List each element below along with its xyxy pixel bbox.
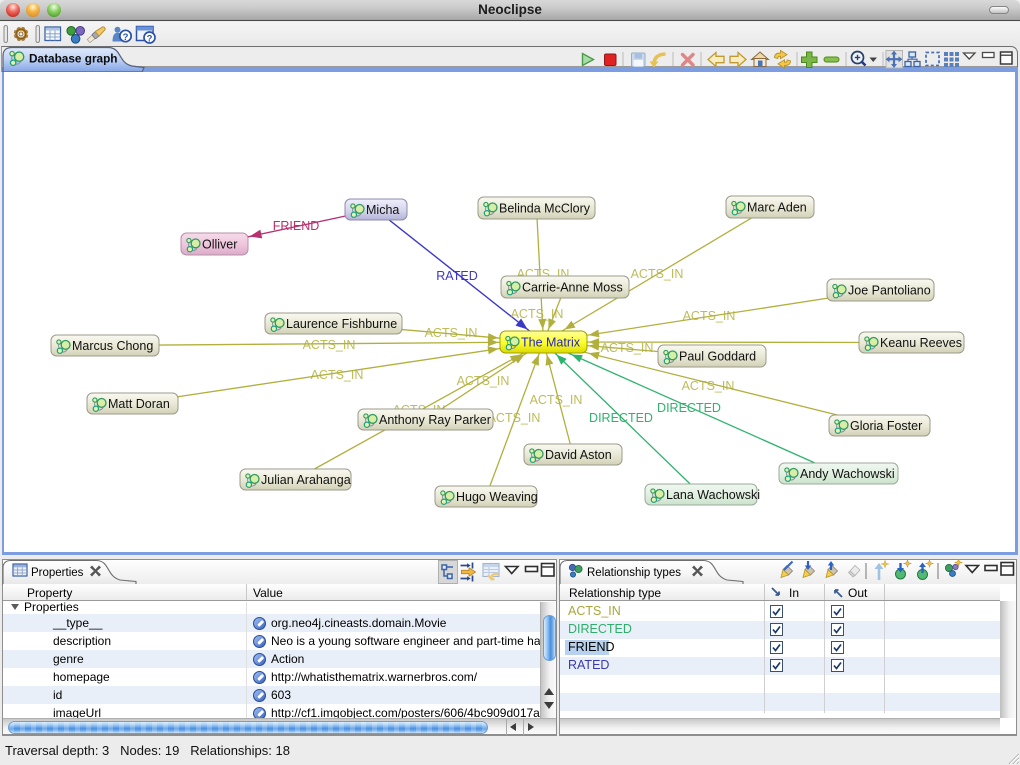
svg-text:RATED: RATED <box>436 269 477 283</box>
svg-text:ACTS_IN: ACTS_IN <box>601 341 654 355</box>
svg-text:David Aston: David Aston <box>545 448 612 462</box>
svg-text:Micha: Micha <box>366 203 399 217</box>
svg-text:DIRECTED: DIRECTED <box>657 401 721 415</box>
svg-text:Keanu Reeves: Keanu Reeves <box>880 336 962 350</box>
svg-text:Database graph: Database graph <box>29 52 118 66</box>
svg-text:Marc Aden: Marc Aden <box>747 201 807 215</box>
svg-text:Olliver: Olliver <box>202 238 237 252</box>
svg-text:ACTS_IN: ACTS_IN <box>488 411 541 425</box>
svg-text:ACTS_IN: ACTS_IN <box>631 267 684 281</box>
svg-text:Properties: Properties <box>31 567 84 579</box>
svg-text:ACTS_IN: ACTS_IN <box>303 338 356 352</box>
svg-text:Lana Wachowski: Lana Wachowski <box>666 488 760 502</box>
svg-text:Belinda McClory: Belinda McClory <box>499 202 591 216</box>
svg-text:FRIEND: FRIEND <box>273 219 320 233</box>
svg-text:DIRECTED: DIRECTED <box>589 411 653 425</box>
svg-text:Julian Arahanga: Julian Arahanga <box>261 473 351 487</box>
svg-text:Joe Pantoliano: Joe Pantoliano <box>848 284 931 298</box>
svg-text:?: ? <box>123 32 129 43</box>
svg-text:ACTS_IN: ACTS_IN <box>311 368 364 382</box>
svg-text:ACTS_IN: ACTS_IN <box>425 326 478 340</box>
svg-text:ACTS_IN: ACTS_IN <box>511 307 564 321</box>
svg-text:ACTS_IN: ACTS_IN <box>682 379 735 393</box>
svg-text:ACTS_IN: ACTS_IN <box>530 393 583 407</box>
svg-text:ACTS_IN: ACTS_IN <box>457 374 510 388</box>
svg-text:?: ? <box>147 33 153 44</box>
svg-text:Carrie-Anne Moss: Carrie-Anne Moss <box>522 281 623 295</box>
svg-text:Relationship types: Relationship types <box>587 567 681 579</box>
svg-text:Laurence Fishburne: Laurence Fishburne <box>286 317 397 331</box>
svg-text:Paul Goddard: Paul Goddard <box>679 350 756 364</box>
svg-text:Marcus Chong: Marcus Chong <box>72 339 153 353</box>
svg-text:Anthony Ray Parker: Anthony Ray Parker <box>379 413 491 427</box>
svg-text:Andy Wachowski: Andy Wachowski <box>800 467 895 481</box>
svg-text:ACTS_IN: ACTS_IN <box>683 309 736 323</box>
svg-text:Matt Doran: Matt Doran <box>108 397 170 411</box>
svg-text:Gloria Foster: Gloria Foster <box>850 419 922 433</box>
svg-text:The Matrix: The Matrix <box>521 336 581 350</box>
svg-text:Hugo Weaving: Hugo Weaving <box>456 490 538 504</box>
